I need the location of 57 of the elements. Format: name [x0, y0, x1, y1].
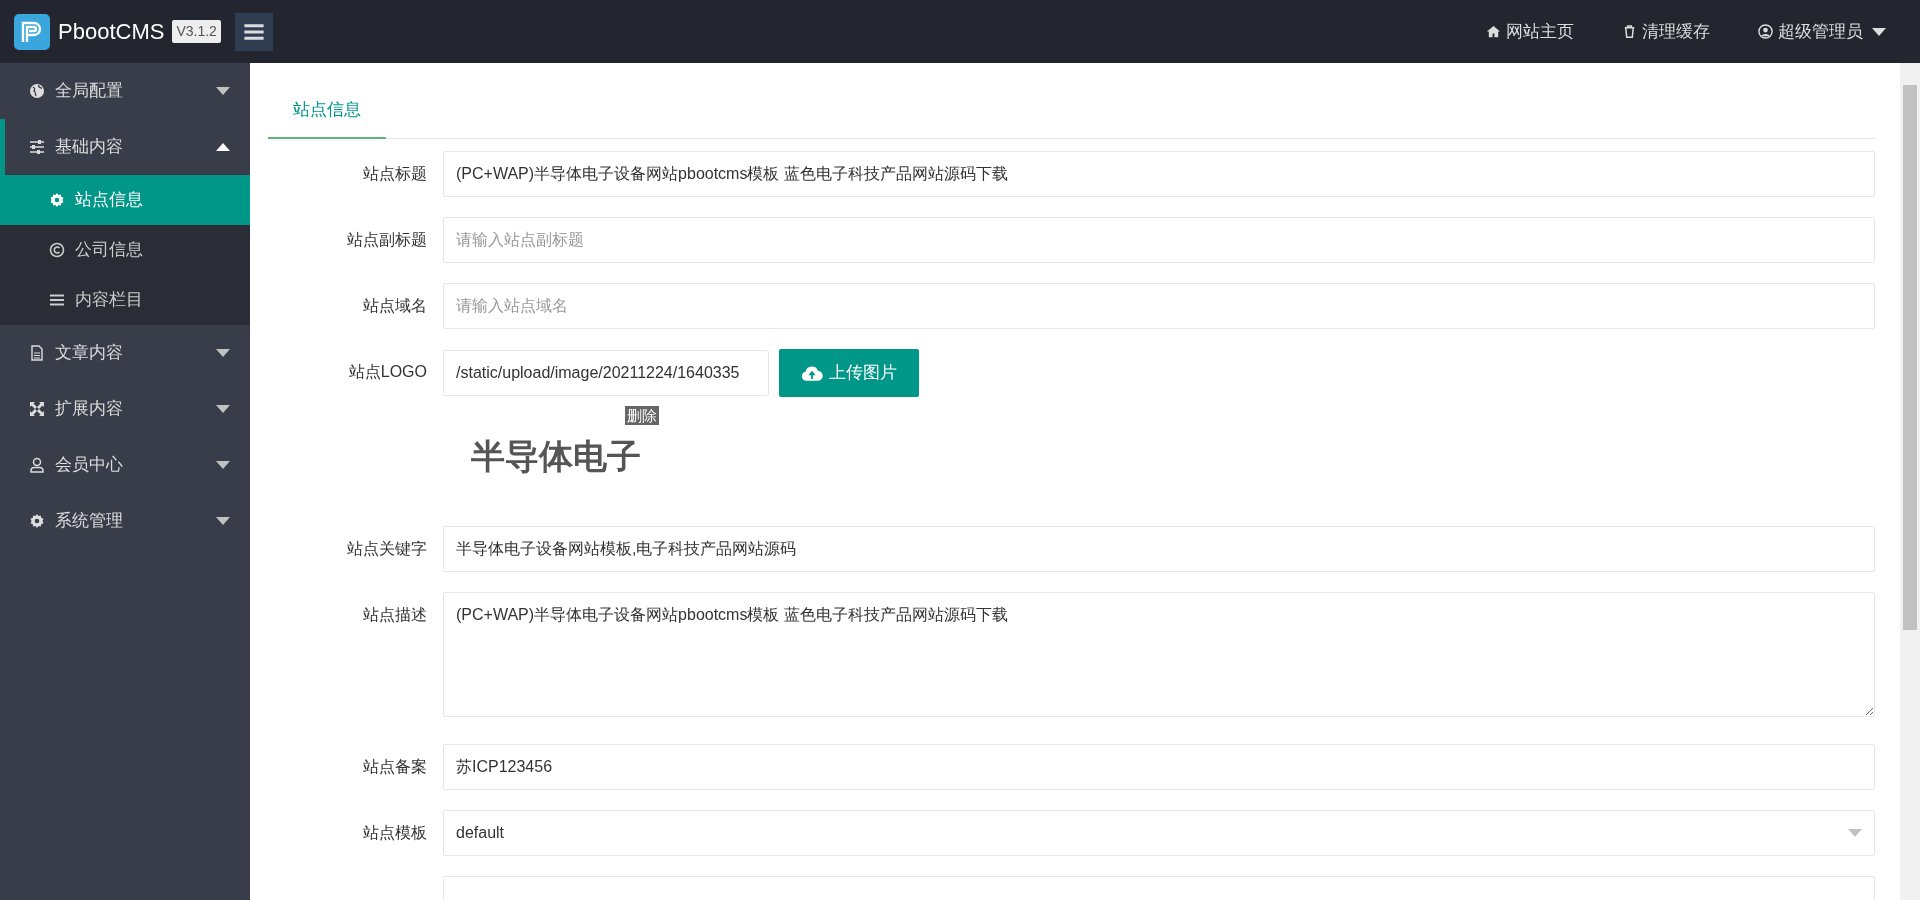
logo-image: 半导体电子 [471, 435, 642, 478]
cloud-upload-icon [801, 364, 823, 382]
sliders-icon [29, 139, 45, 155]
field-label: 站点备案 [362, 757, 428, 777]
user-icon [1758, 24, 1773, 39]
tab[interactable]: 站点信息 [268, 83, 386, 139]
input-field[interactable]: 请输入站点域名 [443, 283, 1875, 329]
field-label: 站点副标题 [346, 230, 428, 250]
trash-icon [1622, 24, 1637, 39]
input-field[interactable]: 请输入站点副标题 [443, 217, 1875, 263]
field-label: 站点域名 [362, 296, 428, 316]
delete-button[interactable]: 删除 [625, 406, 659, 425]
textarea-field[interactable]: (PC+WAP)半导体电子设备网站pbootcms模板 蓝色电子科技产品网站源码下载 [443, 592, 1875, 717]
sidebar-subitem[interactable]: 公司信息 [0, 225, 250, 275]
input-field[interactable]: (PC+WAP)半导体电子设备网站pbootcms模板 蓝色电子科技产品网站源码下载 [443, 151, 1875, 197]
scrollbar[interactable] [1900, 63, 1920, 900]
sidebar-item[interactable]: 会员中心 [0, 437, 250, 493]
field-label: 站点LOGO [347, 362, 428, 382]
sidebar-item[interactable]: 系统管理 [0, 493, 250, 549]
globe-icon [29, 83, 45, 99]
upload-button[interactable]: 上传图片 [779, 349, 919, 397]
caret-icon [216, 349, 230, 357]
input-field[interactable]: 苏ICP123456 [443, 744, 1875, 790]
home-icon [1486, 24, 1501, 39]
sidebar-item[interactable]: 文章内容 [0, 325, 250, 381]
caret-icon [216, 143, 230, 151]
gear-icon [49, 192, 65, 208]
caret-icon [216, 87, 230, 95]
copyright-icon [49, 242, 65, 258]
version-label: V3.1.2 [172, 20, 221, 43]
caret-icon [216, 461, 230, 469]
sidebar-item[interactable]: 扩展内容 [0, 381, 250, 437]
field-label: 站点标题 [362, 164, 428, 184]
menu-icon [49, 292, 65, 308]
expand-arrows-icon [29, 401, 45, 417]
field-label: 站点模板 [362, 823, 428, 843]
logo-icon [14, 13, 50, 50]
sidebar-subitem[interactable]: 内容栏目 [0, 275, 250, 325]
caret-icon [216, 517, 230, 525]
caret-icon [216, 405, 230, 413]
caret-icon [1848, 829, 1862, 837]
field-label: 站点描述 [362, 605, 428, 625]
brand-name: PbootCMS [58, 18, 165, 46]
input-field[interactable]: /static/upload/image/20211224/1640335 [443, 350, 769, 396]
sidebar-subitem[interactable]: 站点信息 [0, 175, 250, 225]
document-icon [29, 345, 45, 361]
select-field[interactable]: default [443, 810, 1875, 856]
input-field[interactable]: 半导体电子设备网站模板,电子科技产品网站源码 [443, 526, 1875, 572]
gear-icon [29, 513, 45, 529]
sidebar-item[interactable]: 全局配置 [0, 63, 250, 119]
field-label: 站点关键字 [346, 539, 428, 559]
person-icon [29, 457, 45, 473]
nav-link[interactable]: 清理缓存 [1622, 18, 1710, 45]
nav-link[interactable]: 超级管理员 [1758, 18, 1886, 45]
nav-link[interactable]: 网站主页 [1486, 18, 1574, 45]
menu-button[interactable] [234, 12, 273, 51]
scrollbar-thumb[interactable] [1903, 85, 1917, 630]
